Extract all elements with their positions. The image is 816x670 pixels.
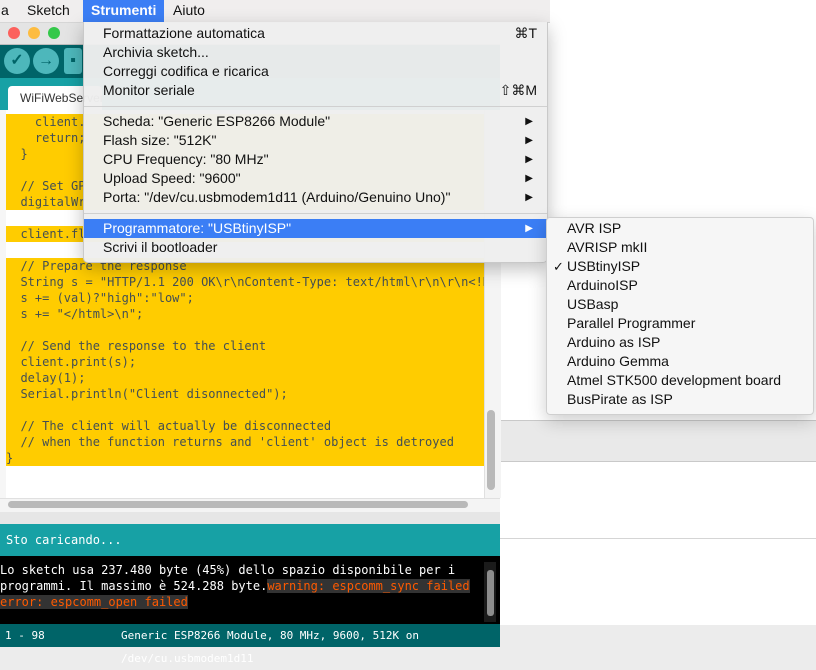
submenu-item-label: Atmel STK500 development board bbox=[567, 372, 782, 388]
submenu-arrow-icon: ▶ bbox=[525, 135, 533, 146]
menu-item-label: Archivia sketch... bbox=[103, 44, 209, 60]
background-band bbox=[500, 420, 816, 462]
submenu-item-arduino-as-isp[interactable]: Arduino as ISP bbox=[547, 333, 813, 352]
submenu-item-label: Arduino as ISP bbox=[567, 334, 661, 350]
menu-item-burn-bootloader[interactable]: Scrivi il bootloader bbox=[84, 238, 547, 257]
menu-item-label: Upload Speed: "9600" bbox=[103, 170, 241, 186]
menu-item-programmer[interactable]: Programmatore: "USBtinyISP" ▶ bbox=[84, 219, 547, 238]
menu-item-label: Correggi codifica e ricarica bbox=[103, 63, 269, 79]
submenu-item-avrisp-mkii[interactable]: AVRISP mkII bbox=[547, 238, 813, 257]
menu-item-archive-sketch[interactable]: Archivia sketch... bbox=[84, 43, 547, 62]
menu-item-label: Programmatore: "USBtinyISP" bbox=[103, 220, 292, 236]
zoom-window-button[interactable] bbox=[48, 27, 60, 39]
line-indicator: 1 - 98 bbox=[5, 629, 45, 642]
code-line: delay(1); bbox=[6, 370, 484, 386]
menu-item-label: CPU Frequency: "80 MHz" bbox=[103, 151, 269, 167]
code-line: // when the function returns and 'client… bbox=[6, 434, 484, 450]
menu-item-label: Formattazione automatica bbox=[103, 25, 265, 41]
menubar-item-sketch[interactable]: Sketch bbox=[19, 0, 78, 22]
menu-item-board[interactable]: Scheda: "Generic ESP8266 Module" ▶ bbox=[84, 112, 547, 131]
menu-item-cpu-frequency[interactable]: CPU Frequency: "80 MHz" ▶ bbox=[84, 150, 547, 169]
menu-item-label: Porta: "/dev/cu.usbmodem1d11 (Arduino/Ge… bbox=[103, 189, 451, 205]
menubar-item-aiuto[interactable]: Aiuto bbox=[165, 0, 213, 22]
minimize-window-button[interactable] bbox=[28, 27, 40, 39]
menu-item-port[interactable]: Porta: "/dev/cu.usbmodem1d11 (Arduino/Ge… bbox=[84, 188, 547, 207]
submenu-arrow-icon: ▶ bbox=[525, 154, 533, 165]
status-bar: Sto caricando... bbox=[0, 524, 500, 556]
close-window-button[interactable] bbox=[8, 27, 20, 39]
menu-item-serial-monitor[interactable]: Monitor seriale ⇧⌘M bbox=[84, 81, 547, 100]
code-line: Serial.println("Client disonnected"); bbox=[6, 386, 484, 402]
submenu-item-parallel-programmer[interactable]: Parallel Programmer bbox=[547, 314, 813, 333]
code-line: // Send the response to the client bbox=[6, 338, 484, 354]
submenu-item-label: Arduino Gemma bbox=[567, 353, 669, 369]
submenu-item-label: USBtinyISP bbox=[567, 258, 641, 274]
menubar-item-app[interactable]: a bbox=[0, 0, 17, 22]
code-line: } bbox=[6, 450, 484, 466]
console-text: programmi. Il massimo è 524.288 byte. bbox=[0, 579, 268, 593]
code-line: // The client will actually be disconnec… bbox=[6, 418, 484, 434]
submenu-item-usbasp[interactable]: USBasp bbox=[547, 295, 813, 314]
submenu-item-usbtinyisp[interactable]: ✓ USBtinyISP bbox=[547, 257, 813, 276]
submenu-item-buspirate[interactable]: BusPirate as ISP bbox=[547, 390, 813, 409]
background-divider bbox=[500, 538, 816, 539]
console-output[interactable]: Lo sketch usa 237.480 byte (45%) dello s… bbox=[0, 556, 500, 626]
submenu-item-arduino-gemma[interactable]: Arduino Gemma bbox=[547, 352, 813, 371]
new-icon[interactable]: ▪ bbox=[64, 48, 82, 74]
programmer-submenu: AVR ISP AVRISP mkII ✓ USBtinyISP ArduinoI… bbox=[546, 217, 814, 415]
console-warning: warning: espcomm_sync failed bbox=[267, 579, 470, 593]
submenu-item-label: AVR ISP bbox=[567, 220, 622, 236]
console-scroll-thumb[interactable] bbox=[487, 570, 494, 616]
code-line: String s = "HTTP/1.1 200 OK\r\nContent-T… bbox=[6, 274, 484, 290]
submenu-arrow-icon: ▶ bbox=[525, 192, 533, 203]
board-info: Generic ESP8266 Module, 80 MHz, 9600, 51… bbox=[121, 629, 420, 665]
console-line: programmi. Il massimo è 524.288 byte.war… bbox=[0, 578, 470, 594]
submenu-arrow-icon: ▶ bbox=[525, 116, 533, 127]
menu-item-label: Monitor seriale bbox=[103, 82, 195, 98]
menubar-item-strumenti[interactable]: Strumenti bbox=[83, 0, 165, 22]
submenu-item-label: Parallel Programmer bbox=[567, 315, 696, 331]
upload-icon[interactable]: → bbox=[33, 48, 59, 74]
tools-menu: Formattazione automatica ⌘T Archivia sket… bbox=[83, 22, 548, 263]
submenu-arrow-icon: ▶ bbox=[525, 173, 533, 184]
menu-separator bbox=[84, 213, 547, 214]
verify-icon[interactable]: ✓ bbox=[4, 48, 30, 74]
splitter[interactable] bbox=[0, 512, 500, 524]
menu-item-fix-encoding[interactable]: Correggi codifica e ricarica bbox=[84, 62, 547, 81]
menu-item-label: Flash size: "512K" bbox=[103, 132, 217, 148]
console-line: Lo sketch usa 237.480 byte (45%) dello s… bbox=[0, 563, 456, 577]
submenu-item-arduinoisp[interactable]: ArduinoISP bbox=[547, 276, 813, 295]
submenu-item-label: BusPirate as ISP bbox=[567, 391, 673, 407]
submenu-item-label: USBasp bbox=[567, 296, 619, 312]
footer-bar: 1 - 98 Generic ESP8266 Module, 80 MHz, 9… bbox=[0, 624, 500, 665]
submenu-item-atmel-stk500[interactable]: Atmel STK500 development board bbox=[547, 371, 813, 390]
code-line: client.print(s); bbox=[6, 354, 484, 370]
submenu-item-label: ArduinoISP bbox=[567, 277, 638, 293]
code-line bbox=[6, 402, 484, 418]
code-line: s += "</html>\n"; bbox=[6, 306, 484, 322]
submenu-item-avr-isp[interactable]: AVR ISP bbox=[547, 219, 813, 238]
menu-item-label: Scheda: "Generic ESP8266 Module" bbox=[103, 113, 331, 129]
editor-horizontal-scroll-thumb[interactable] bbox=[8, 501, 468, 508]
menu-item-label: Scrivi il bootloader bbox=[103, 239, 218, 255]
menu-separator bbox=[84, 106, 547, 107]
submenu-item-label: AVRISP mkII bbox=[567, 239, 648, 255]
checkmark-icon: ✓ bbox=[553, 259, 564, 274]
code-line bbox=[6, 322, 484, 338]
menu-item-auto-format[interactable]: Formattazione automatica ⌘T bbox=[84, 24, 547, 43]
console-error: error: espcomm_open failed bbox=[0, 595, 188, 609]
menubar: a Sketch Strumenti Aiuto bbox=[0, 0, 550, 23]
menu-shortcut: ⌘T bbox=[514, 25, 537, 41]
menu-shortcut: ⇧⌘M bbox=[499, 82, 537, 98]
code-line: s += (val)?"high":"low"; bbox=[6, 290, 484, 306]
console-line: error: espcomm_open failed bbox=[0, 594, 188, 610]
menu-item-flash-size[interactable]: Flash size: "512K" ▶ bbox=[84, 131, 547, 150]
menu-item-upload-speed[interactable]: Upload Speed: "9600" ▶ bbox=[84, 169, 547, 188]
editor-vertical-scroll-thumb[interactable] bbox=[487, 410, 495, 490]
submenu-arrow-icon: ▶ bbox=[525, 223, 533, 234]
